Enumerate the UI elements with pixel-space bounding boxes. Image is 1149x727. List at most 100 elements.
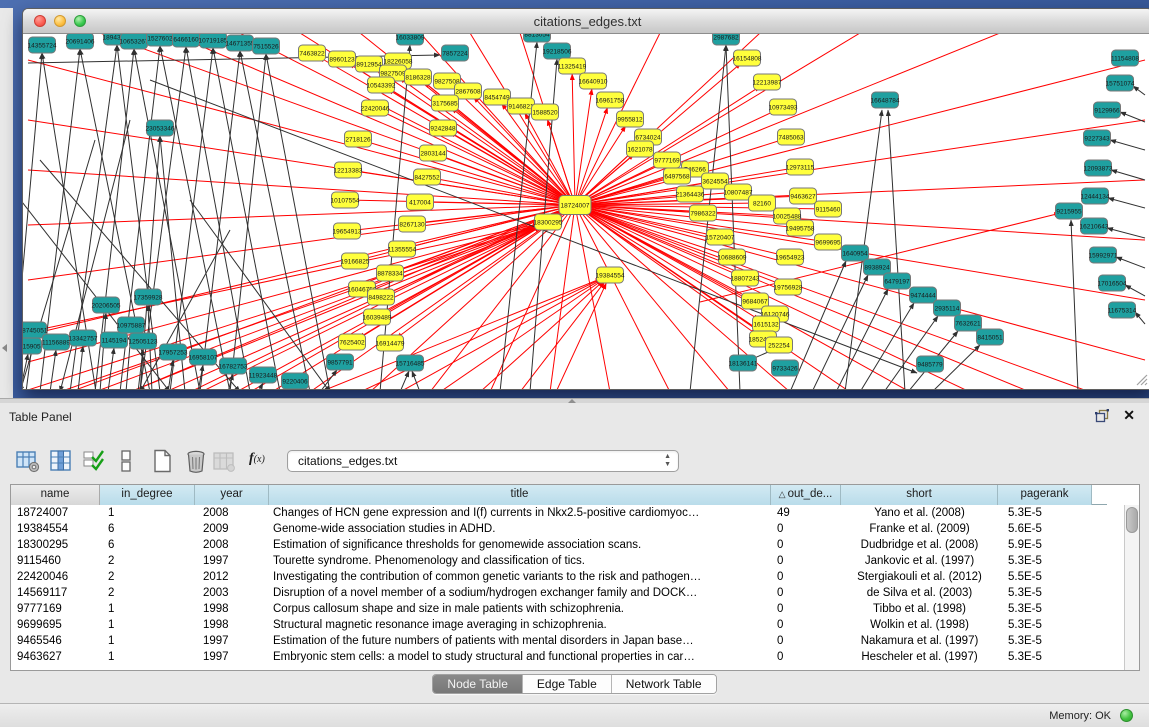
memory-status-indicator[interactable] [1120,709,1133,722]
vertical-scrollbar[interactable] [1124,505,1139,670]
column-header-name[interactable]: name [11,485,100,505]
graph-node-label: 21364436 [676,191,705,198]
table-row[interactable]: 946554611997Estimation of the future num… [11,633,1139,649]
graph-node-label: 7632621 [955,320,981,327]
graph-node-label: 3915905 [23,343,41,350]
graph-edge [700,213,1060,302]
graph-edge [451,108,575,205]
graph-edge [1120,112,1145,122]
new-table-icon[interactable] [150,449,174,473]
network-table-selector[interactable]: citations_edges.txt ▲▼ [287,450,679,472]
table-settings-icon[interactable] [16,449,40,473]
table-row[interactable]: 977716911998Corpus callosum shape and si… [11,601,1139,617]
table-cell: Tibbo et al. (1998) [841,601,998,617]
table-cell: Tourette syndrome. Phenomenology and cla… [269,553,771,569]
table-header-row: namein_degreeyeartitle△out_de...shortpag… [11,485,1107,505]
table-cell: 1 [100,633,195,649]
graph-node-label: 19218506 [543,48,572,55]
table-row[interactable]: 2242004622012Investigating the contribut… [11,569,1139,585]
table-row[interactable]: 1830029562008Estimation of significance … [11,537,1139,553]
table-cell: 9699695 [11,617,100,633]
graph-node-label: 16210643 [1080,223,1109,230]
network-window[interactable]: citations_edges.txt 14355724206914061894… [22,8,1149,390]
graph-node-label: 10653267 [120,38,149,45]
graph-edge [28,224,539,332]
column-header-pagerank[interactable]: pagerank [998,485,1092,505]
window-resize-grip[interactable] [1132,370,1148,386]
delete-table-icon[interactable] [184,449,208,473]
import-table-icon[interactable] [212,449,236,473]
column-chooser-icon[interactable] [49,449,73,473]
table-row[interactable]: 1456911722003Disruption of a novel membe… [11,585,1139,601]
graph-node-label: 14671355 [226,40,255,47]
table-cell: 1998 [195,601,269,617]
rows-icon[interactable] [119,449,133,473]
graph-node-label: 12444134 [1081,193,1110,200]
attribute-table[interactable]: namein_degreeyeartitle△out_de...shortpag… [10,484,1140,671]
tab-network-table[interactable]: Network Table [611,675,716,693]
table-row[interactable]: 1872400712008Changes of HCN gene express… [11,505,1139,521]
table-cell: 0 [771,601,841,617]
graph-edge [1111,170,1145,180]
graph-node-label: 8186328 [405,74,431,81]
graph-node-label: 252254 [768,342,790,349]
table-cell: 9463627 [11,649,100,665]
graph-node-label: 19654923 [776,254,805,261]
network-window-titlebar[interactable]: citations_edges.txt [23,9,1149,34]
collapse-arrow-icon[interactable] [2,344,7,352]
column-header-out_de[interactable]: △out_de... [771,485,841,505]
graph-node-label: 20206505 [92,302,121,309]
tab-node-table[interactable]: Node Table [433,675,522,693]
graph-node-label: 11325419 [558,63,587,70]
column-header-year[interactable]: year [195,485,269,505]
table-cell: 0 [771,617,841,633]
table-cell: de Silva et al. (2003) [841,585,998,601]
table-cell: 0 [771,521,841,537]
graph-node-label: 11154808 [1111,55,1139,62]
graph-node-label: 19495758 [786,225,815,232]
graph-edge [1125,285,1145,296]
graph-node-label: 9474444 [910,292,936,299]
graph-node-label: 8415051 [977,334,1003,341]
table-row[interactable]: 911546021997Tourette syndrome. Phenomeno… [11,553,1139,569]
graph-node-label: 11675314 [1108,307,1137,314]
table-cell: Genome-wide association studies in ADHD. [269,521,771,537]
table-row[interactable]: 969969511998Structural magnetic resonanc… [11,617,1139,633]
close-panel-icon[interactable]: ✕ [1123,407,1135,424]
scrollbar-thumb[interactable] [1126,507,1138,533]
graph-node-label: 11923448 [249,372,278,379]
graph-node-label: 6734024 [635,134,661,141]
graph-node-label: 6479197 [884,278,910,285]
graph-node-label: 8498222 [368,294,394,301]
table-cell: 5.5E-5 [998,569,1092,585]
column-header-title[interactable]: title [269,485,771,505]
graph-node-label: 16640910 [579,78,608,85]
table-cell: 22420046 [11,569,100,585]
graph-node-label: 16782753 [219,363,248,370]
function-builder-icon[interactable]: f(x) [249,451,279,475]
table-cell: 5.3E-5 [998,553,1092,569]
row-select-check-icon[interactable] [82,449,106,473]
table-row[interactable]: 946362711997Embryonic stem cells: a mode… [11,649,1139,665]
graph-node-label: 10975887 [117,322,146,329]
column-header-in_degree[interactable]: in_degree [100,485,195,505]
graph-node-label: 8912954 [356,61,382,68]
table-cell: 9777169 [11,601,100,617]
graph-edge [572,74,575,205]
column-header-short[interactable]: short [841,485,998,505]
table-cell: 9465546 [11,633,100,649]
float-window-icon[interactable] [1095,409,1109,423]
table-cell: 1997 [195,649,269,665]
graph-node-label: 16961758 [596,97,625,104]
network-canvas[interactable]: 1435572420691406189435781065326715276026… [23,34,1149,389]
graph-node-label: 22420046 [361,105,390,112]
graph-node-label: 7625402 [339,339,365,346]
table-cell: 1997 [195,633,269,649]
graph-node-label: 3175685 [432,100,458,107]
table-cell: Estimation of the future numbers of pati… [269,633,771,649]
table-row[interactable]: 1938455462009Genome-wide association stu… [11,521,1139,537]
graph-node-label: 16154808 [733,55,762,62]
tab-edge-table[interactable]: Edge Table [522,675,611,693]
graph-node-label: 1615132 [753,321,779,328]
graph-node-label: 1527602 [147,35,173,42]
